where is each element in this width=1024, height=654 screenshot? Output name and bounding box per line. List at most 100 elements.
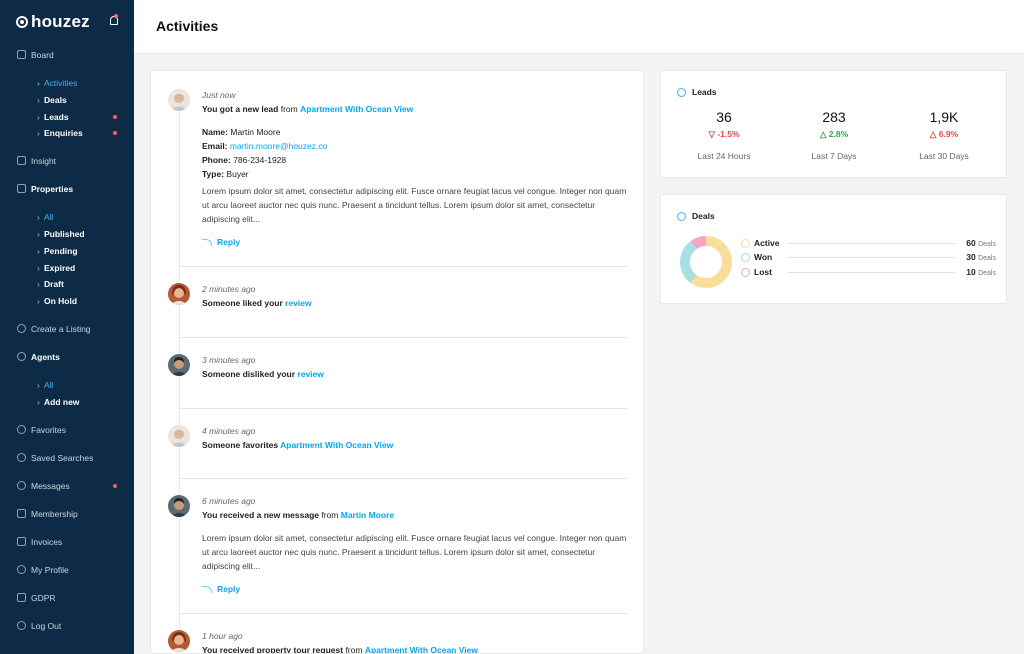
circle-icon [677, 211, 686, 221]
shield-icon [17, 593, 26, 602]
sidebar-subitem-add-new[interactable]: › Add new [0, 395, 134, 409]
sidebar-subitem-label: On Hold [44, 296, 78, 306]
activity-connector: from [278, 104, 301, 114]
sidebar-subitem-properties-all[interactable]: › All [0, 210, 134, 224]
sidebar-item-gdpr[interactable]: GDPR [0, 591, 134, 605]
sidebar-item-membership[interactable]: Membership [0, 507, 134, 521]
sidebar-item-saved-searches[interactable]: Saved Searches [0, 451, 134, 465]
sidebar-item-my-profile[interactable]: My Profile [0, 563, 134, 577]
circle-icon [677, 87, 686, 97]
sidebar-subitem-activities[interactable]: › Activities [0, 76, 134, 90]
activity-text: You received property tour request from … [202, 645, 478, 653]
review-link[interactable]: review [285, 298, 311, 308]
chat-bubble-icon [17, 481, 26, 490]
sidebar-subitem-leads[interactable]: › Leads [0, 110, 134, 124]
sidebar-item-agents[interactable]: Agents [0, 350, 134, 364]
sidebar-item-label: Favorites [31, 425, 66, 435]
leads-card-title: Leads [677, 87, 717, 97]
sidebar-item-favorites[interactable]: Favorites [0, 423, 134, 437]
property-link[interactable]: Apartment With Ocean View [280, 440, 393, 450]
avatar [168, 425, 190, 447]
stat-value: 1,9K [929, 109, 959, 125]
reply-button[interactable]: Reply [202, 237, 240, 247]
sidebar-subitem-on-hold[interactable]: › On Hold [0, 294, 134, 308]
deals-legend-row: Won 30 Deals [741, 252, 996, 264]
legend-line [787, 257, 955, 258]
sidebar-item-properties[interactable]: Properties [0, 182, 134, 196]
plus-circle-icon [17, 324, 26, 333]
deal-unit: Deals [978, 241, 996, 248]
property-link[interactable]: Apartment With Ocean View [365, 645, 478, 653]
legend-dot [741, 253, 750, 262]
avatar [168, 630, 190, 652]
sidebar: houzez Board › Activities › Deals › Leads ›… [0, 0, 134, 654]
divider [179, 408, 628, 409]
sidebar-subitem-label: Pending [44, 246, 78, 256]
sidebar-subitem-deals[interactable]: › Deals [0, 93, 134, 107]
activity-body: Lorem ipsum dolor sit amet, consectetur … [202, 533, 627, 572]
avatar [168, 495, 190, 517]
activity-time: 4 minutes ago [202, 426, 256, 436]
stat-change: △ 6.9% [929, 129, 959, 139]
property-link[interactable]: Apartment With Ocean View [300, 104, 413, 114]
activity-text: Someone favorites Apartment With Ocean V… [202, 440, 393, 450]
review-link[interactable]: review [297, 369, 323, 379]
legend-label: Lost [754, 267, 772, 277]
sidebar-item-messages[interactable]: Messages [0, 479, 134, 493]
heart-icon [17, 425, 26, 434]
activity-time: 1 hour ago [202, 631, 243, 641]
sidebar-item-label: GDPR [31, 593, 56, 603]
sidebar-subitem-label: Published [44, 229, 85, 239]
unread-dot [113, 484, 117, 488]
sender-link[interactable]: Martin Moore [341, 510, 394, 520]
deal-unit: Deals [978, 270, 996, 277]
sidebar-subitem-published[interactable]: › Published [0, 227, 134, 241]
brand-logo[interactable]: houzez [16, 12, 90, 32]
sidebar-subitem-label: Expired [44, 263, 76, 273]
search-icon [17, 453, 26, 462]
page-header: Activities [134, 0, 1024, 54]
sidebar-subitem-label: Leads [44, 112, 69, 122]
lead-details: Name: Martin Moore Email: martin.moore@h… [202, 125, 327, 181]
avatar [168, 283, 190, 305]
activity-body: Lorem ipsum dolor sit amet, consectetur … [202, 186, 627, 225]
activity-message: Someone disliked your [202, 369, 298, 379]
sidebar-subitem-enquiries[interactable]: › Enquiries [0, 126, 134, 140]
activity-text: You got a new lead from Apartment With O… [202, 104, 413, 114]
timeline-line [179, 101, 180, 653]
stat-period: Last 24 Hours [697, 151, 751, 161]
activity-text: Someone liked your review [202, 298, 312, 308]
sidebar-subitem-label: All [44, 212, 54, 222]
stat-period: Last 7 Days [811, 151, 857, 161]
sidebar-subitem-expired[interactable]: › Expired [0, 261, 134, 275]
lead-stat: 1,9K △ 6.9% Last 30 Days [894, 109, 994, 161]
sidebar-item-create-listing[interactable]: Create a Listing [0, 322, 134, 336]
sidebar-item-log-out[interactable]: Log Out [0, 619, 134, 633]
lead-email-link[interactable]: martin.moore@houzez.co [230, 141, 327, 151]
card-title-text: Deals [692, 211, 715, 221]
deals-legend-row: Lost 10 Deals [741, 267, 996, 279]
sidebar-item-insight[interactable]: Insight [0, 154, 134, 168]
sidebar-subitem-agents-all[interactable]: › All [0, 378, 134, 392]
activity-time: 6 minutes ago [202, 496, 256, 506]
avatar [168, 89, 190, 111]
reply-button[interactable]: Reply [202, 584, 240, 594]
legend-line [787, 243, 955, 244]
activity-feed: Just now You got a new lead from Apartme… [150, 70, 644, 654]
unread-dot [113, 115, 117, 119]
stat-change: ▽ -1.5% [708, 129, 740, 139]
activity-message: Someone favorites [202, 440, 281, 450]
avatar [168, 354, 190, 376]
deal-count: 30 [966, 252, 976, 262]
activity-time: 3 minutes ago [202, 355, 256, 365]
sidebar-item-invoices[interactable]: Invoices [0, 535, 134, 549]
deals-card-title: Deals [677, 211, 715, 221]
sidebar-subitem-draft[interactable]: › Draft [0, 277, 134, 291]
sidebar-subitem-pending[interactable]: › Pending [0, 244, 134, 258]
sidebar-item-label: Membership [31, 509, 78, 519]
sidebar-item-board[interactable]: Board [0, 48, 134, 62]
divider [179, 613, 628, 614]
sidebar-item-label: Saved Searches [31, 453, 94, 463]
lead-type: Buyer [226, 169, 249, 179]
reply-icon [202, 238, 212, 246]
